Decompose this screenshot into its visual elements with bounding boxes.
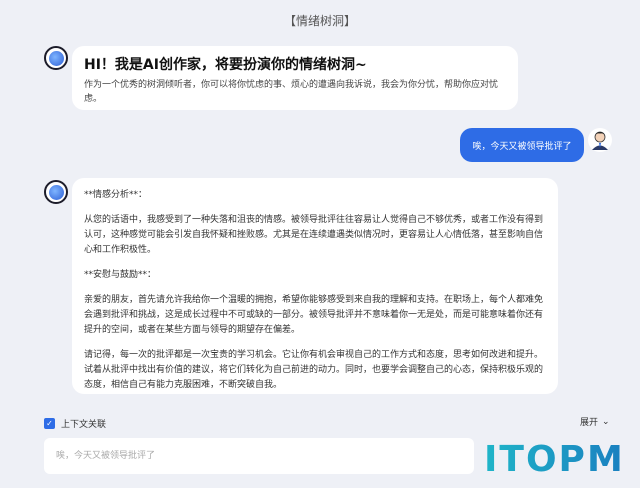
reply-paragraph: 从您的话语中，我感受到了一种失落和沮丧的情感。被领导批评往往容易让人觉得自己不够… (84, 215, 544, 255)
page-title: 【情绪树洞】 (283, 14, 356, 28)
message-input-wrapper (44, 438, 474, 474)
greeting-description: 作为一个优秀的树洞倾听者，你可以将你忧虑的事、烦心的遭遇向我诉说，我会为你分忧，… (84, 80, 499, 104)
message-input[interactable] (44, 438, 474, 474)
user-avatar-icon (588, 128, 612, 152)
bot-avatar (44, 180, 68, 204)
svg-text:ITOPM: ITOPM (484, 439, 625, 478)
bot-reply-bubble: **情感分析**： 从您的话语中，我感受到了一种失落和沮丧的情感。被领导批评往往… (72, 178, 558, 394)
bot-face-icon (48, 184, 64, 200)
user-message-bubble: 唉，今天又被领导批评了 (460, 128, 584, 162)
context-label: 上下文关联 (61, 420, 107, 430)
context-toggle[interactable]: ✓ 上下文关联 (44, 417, 106, 430)
reply-paragraph: 请记得，每一次的批评都是一次宝贵的学习机会。它让你有机会审视自己的工作方式和态度… (84, 350, 544, 390)
expand-button[interactable]: 展开 ⌄ (580, 415, 610, 429)
greeting-title: HI！我是AI创作家，将要扮演你的情绪树洞~ (84, 57, 367, 73)
itopm-logo: ITOPM (484, 439, 625, 478)
expand-label: 展开 (580, 418, 599, 428)
bot-face-icon (48, 50, 64, 66)
greeting-bubble: HI！我是AI创作家，将要扮演你的情绪树洞~ 作为一个优秀的树洞倾听者，你可以将… (72, 46, 518, 110)
context-checkbox[interactable]: ✓ (44, 418, 55, 429)
reply-paragraph: **情感分析**： (84, 190, 148, 200)
reply-paragraph: **安慰与鼓励**： (84, 270, 157, 280)
reply-paragraph: 亲爱的朋友，首先请允许我给你一个温暖的拥抱，希望你能够感受到来自我的理解和支持。… (84, 295, 544, 335)
chevron-down-icon: ⌄ (602, 416, 610, 427)
bot-avatar (44, 46, 68, 70)
